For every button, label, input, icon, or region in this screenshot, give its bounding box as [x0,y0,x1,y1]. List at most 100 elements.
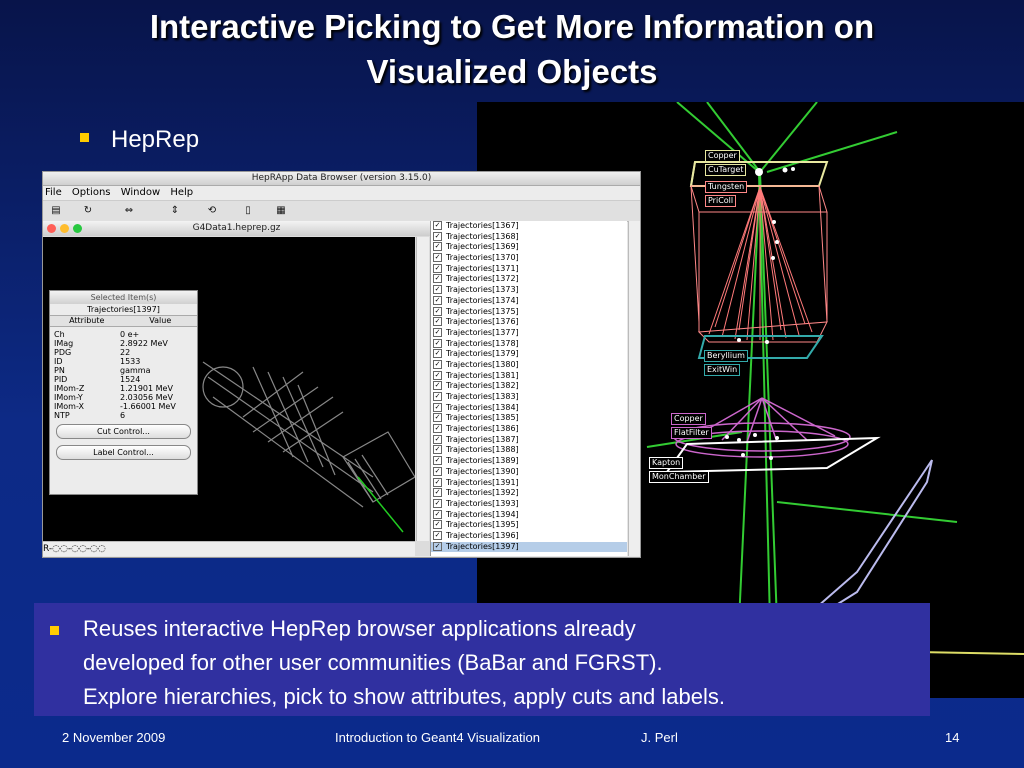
tree-item[interactable]: ✓ Trajectories[1382] [431,381,627,392]
trajectory-tree[interactable]: ✓ Trajectories[1367] ✓ Trajectories[1368] ✓ T… [431,221,627,556]
tree-item[interactable]: ✓ Trajectories[1376] [431,317,627,328]
pan-vertical-icon[interactable]: ⇕ [163,204,187,217]
tree-item[interactable]: ✓ Trajectories[1389] [431,456,627,467]
checkbox-icon[interactable]: ✓ [433,253,442,263]
tree-item[interactable]: ✓ Trajectories[1387] [431,434,627,446]
checkbox-icon[interactable]: ✓ [433,520,442,530]
tree-item-label: Trajectories[1380] [446,359,519,369]
checkbox-icon[interactable]: ✓ [433,263,442,273]
tree-item[interactable]: ✓ Trajectories[1378] [431,338,627,350]
checkbox-icon[interactable]: ✓ [433,541,442,551]
tree-item[interactable]: ✓ Trajectories[1375] [431,306,627,318]
tree-item[interactable]: ✓ Trajectories[1373] [431,285,627,296]
checkbox-icon[interactable]: ✓ [433,306,442,316]
checkbox-icon[interactable]: ✓ [433,445,442,455]
checkbox-icon[interactable]: ✓ [433,498,442,508]
tree-item[interactable]: ✓ Trajectories[1395] [431,520,627,531]
tree-item-label: Trajectories[1379] [446,349,519,359]
tree-item-label: Trajectories[1381] [446,370,519,380]
canvas-window[interactable]: G4Data1.heprep.gz R-◌◌-◌◌-◌◌ Selected It… [43,221,431,556]
tree-vertical-scrollbar[interactable] [628,221,640,556]
tree-item[interactable]: ✓ Trajectories[1396] [431,530,627,542]
document-icon[interactable]: ▯ [241,204,255,217]
menu-window[interactable]: Window [121,187,160,198]
checkbox-icon[interactable]: ✓ [433,381,442,391]
tree-item-label: Trajectories[1395] [446,520,519,530]
canvas-vertical-scrollbar[interactable] [416,237,429,541]
menu-help[interactable]: Help [170,187,193,198]
checkbox-icon[interactable]: ✓ [433,392,442,401]
checkbox-icon[interactable]: ✓ [433,359,442,369]
checkbox-icon[interactable]: ✓ [433,317,442,327]
tree-item[interactable]: ✓ Trajectories[1393] [431,498,627,510]
tree-item[interactable]: ✓ Trajectories[1379] [431,349,627,360]
tree-item[interactable]: ✓ Trajectories[1372] [431,274,627,285]
checkbox-icon[interactable]: ✓ [433,327,442,337]
refresh-icon[interactable]: ↻ [81,204,95,217]
tree-item[interactable]: ✓ Trajectories[1369] [431,242,627,253]
tree-item[interactable]: ✓ Trajectories[1383] [431,392,627,403]
checkbox-icon[interactable]: ✓ [433,402,442,412]
pan-horizontal-icon[interactable]: ⇔ [117,204,141,217]
label-copper-top: Copper [705,150,740,162]
tree-item-label: Trajectories[1376] [446,317,519,327]
footer-page-number: 14 [945,730,960,745]
tree-item-label: Trajectories[1384] [446,402,519,412]
checkbox-icon[interactable]: ✓ [433,477,442,487]
canvas-window-title: G4Data1.heprep.gz [43,221,430,236]
checkbox-icon[interactable]: ✓ [433,285,442,295]
checkbox-icon[interactable]: ✓ [433,349,442,359]
tree-item[interactable]: ✓ Trajectories[1384] [431,402,627,414]
footer-title: Introduction to Geant4 Visualization [335,730,541,745]
tree-item[interactable]: ✓ Trajectories[1388] [431,445,627,456]
zoom-icon[interactable] [73,224,82,233]
checkbox-icon[interactable]: ✓ [433,274,442,284]
checkbox-icon[interactable]: ✓ [433,413,442,423]
print-icon[interactable]: ▦ [274,204,288,217]
tree-item[interactable]: ✓ Trajectories[1371] [431,263,627,275]
checkbox-icon[interactable]: ✓ [433,221,442,230]
checkbox-icon[interactable]: ✓ [433,295,442,305]
menu-file[interactable]: File [45,187,62,198]
tree-item[interactable]: ✓ Trajectories[1368] [431,231,627,243]
tree-item[interactable]: ✓ Trajectories[1397] [431,541,627,553]
tree-item[interactable]: ✓ Trajectories[1391] [431,477,627,489]
checkbox-icon[interactable]: ✓ [433,338,442,348]
cut-control-button[interactable]: Cut Control... [56,424,191,439]
checkbox-icon[interactable]: ✓ [433,530,442,540]
label-control-button[interactable]: Label Control... [56,445,191,460]
tree-item[interactable]: ✓ Trajectories[1380] [431,359,627,371]
checkbox-icon[interactable]: ✓ [433,466,442,476]
minimize-icon[interactable] [60,224,69,233]
tree-item-label: Trajectories[1397] [446,541,519,551]
tree-item[interactable]: ✓ Trajectories[1394] [431,509,627,521]
footer-author: J. Perl [641,730,678,745]
heprapp-window[interactable]: HepRApp Data Browser (version 3.15.0) Fi… [42,171,641,558]
tree-item[interactable]: ✓ Trajectories[1392] [431,488,627,499]
close-icon[interactable] [47,224,56,233]
tree-item[interactable]: ✓ Trajectories[1370] [431,253,627,264]
checkbox-icon[interactable]: ✓ [433,231,442,241]
open-folder-icon[interactable]: ▤ [49,204,63,217]
canvas-horizontal-scrollbar[interactable]: R-◌◌-◌◌-◌◌ [43,541,415,556]
rotate-icon[interactable]: ⟲ [205,204,219,217]
selected-items-panel[interactable]: Selected Item(s) Trajectories[1397] Attr… [49,290,198,495]
checkbox-icon[interactable]: ✓ [433,434,442,444]
checkbox-icon[interactable]: ✓ [433,424,442,434]
tree-item[interactable]: ✓ Trajectories[1377] [431,327,627,339]
attribute-table: Ch 0 e+ IMag 2.8922 MeV PDG 22 ID 1533 PN gam… [50,327,197,421]
checkbox-icon[interactable]: ✓ [433,242,442,252]
checkbox-icon[interactable]: ✓ [433,488,442,498]
tree-item[interactable]: ✓ Trajectories[1367] [431,221,627,232]
attribute-value: 1533 [120,357,141,366]
tree-item[interactable]: ✓ Trajectories[1374] [431,295,627,307]
checkbox-icon[interactable]: ✓ [433,509,442,519]
checkbox-icon[interactable]: ✓ [433,456,442,466]
attribute-value: 0 e+ [120,330,140,339]
checkbox-icon[interactable]: ✓ [433,370,442,380]
tree-item[interactable]: ✓ Trajectories[1386] [431,424,627,435]
tree-item[interactable]: ✓ Trajectories[1390] [431,466,627,478]
tree-item[interactable]: ✓ Trajectories[1381] [431,370,627,382]
menu-options[interactable]: Options [72,187,111,198]
tree-item[interactable]: ✓ Trajectories[1385] [431,413,627,424]
